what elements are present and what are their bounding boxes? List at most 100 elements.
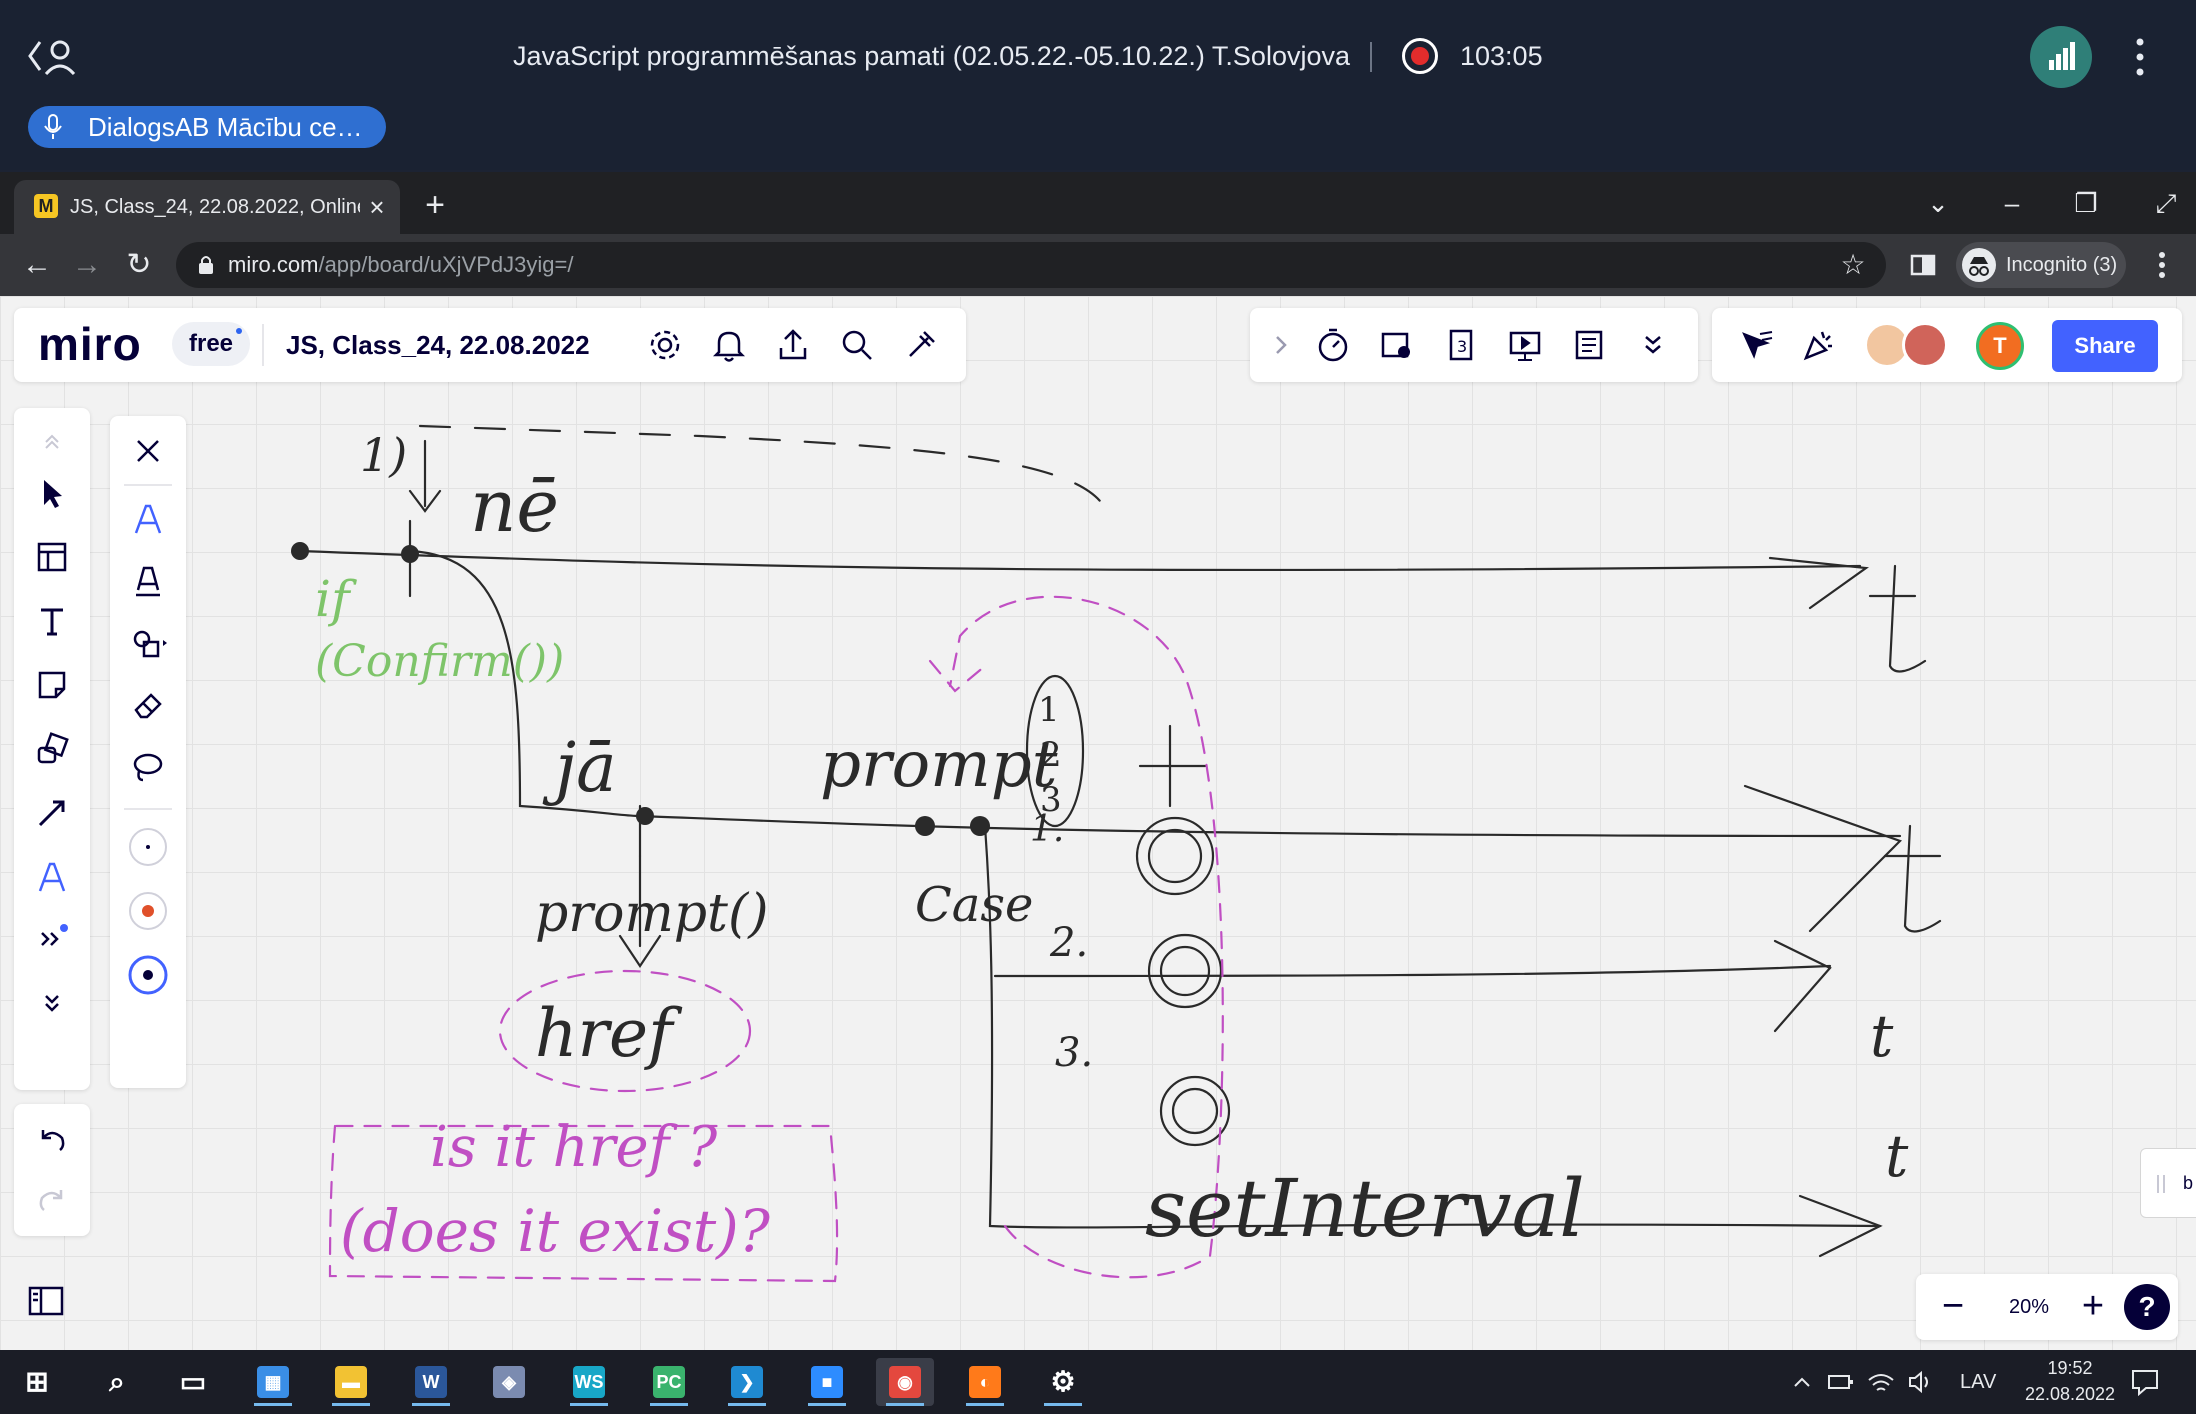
collapse-up-icon[interactable] — [31, 420, 73, 462]
board-sidebar-icon[interactable] — [14, 1270, 76, 1332]
taskbar-pycharm[interactable]: PC — [640, 1358, 698, 1406]
close-tab-icon[interactable]: × — [362, 192, 392, 222]
browser-menu-icon[interactable] — [2150, 248, 2174, 282]
sticky-note-icon[interactable] — [31, 664, 73, 706]
incognito-profile-button[interactable]: Incognito (3) — [1956, 242, 2126, 288]
minimize-icon[interactable]: – — [1990, 184, 2034, 222]
text-tool-icon[interactable] — [31, 600, 73, 642]
lasso-icon[interactable] — [127, 746, 169, 788]
firefox-icon: ◐ — [969, 1366, 1001, 1398]
bookmark-star-icon[interactable]: ☆ — [1838, 250, 1868, 280]
side-panel-icon[interactable] — [1906, 248, 1940, 282]
help-button[interactable]: ? — [2124, 1284, 2170, 1330]
battery-icon[interactable] — [1826, 1370, 1856, 1394]
tab-title: JS, Class_24, 22.08.2022, Online W — [70, 196, 360, 218]
more-tools-chevron-icon[interactable] — [1632, 324, 1674, 366]
presentation-icon[interactable] — [1504, 324, 1546, 366]
more-apps-icon[interactable] — [31, 918, 73, 960]
share-button[interactable]: Share — [2052, 320, 2158, 372]
notes-icon[interactable] — [1568, 324, 1610, 366]
divider — [1370, 42, 1372, 72]
taskbar-utility-app[interactable]: ◈ — [480, 1358, 538, 1406]
lock-icon — [199, 256, 213, 274]
browser-window: M JS, Class_24, 22.08.2022, Online W × +… — [0, 172, 2196, 1350]
taskbar-vscode[interactable]: ❯ — [718, 1358, 776, 1406]
taskbar-task-view[interactable]: ▭ — [164, 1358, 222, 1406]
taskbar-word[interactable]: W — [402, 1358, 460, 1406]
taskbar-start[interactable]: ⊞ — [8, 1358, 66, 1406]
taskbar-search[interactable]: ⌕ — [88, 1358, 146, 1406]
avatar[interactable] — [1902, 322, 1948, 368]
zoom-out-button[interactable]: − — [1932, 1286, 1974, 1328]
tray-chevron-up-icon[interactable] — [1790, 1370, 1814, 1394]
side-panel-handle[interactable]: b — [2140, 1148, 2196, 1218]
volume-icon[interactable] — [1906, 1368, 1936, 1396]
undo-icon[interactable] — [31, 1120, 73, 1162]
stroke-size-small-icon[interactable] — [127, 826, 169, 868]
cursor-tracking-icon[interactable] — [1736, 324, 1778, 366]
pen-tool-icon[interactable] — [31, 856, 73, 898]
share-panel: T Share — [1712, 308, 2182, 382]
color-red-icon[interactable] — [127, 890, 169, 932]
search-icon[interactable] — [836, 324, 878, 366]
pen-icon[interactable] — [127, 498, 169, 540]
voting-icon[interactable]: 3 — [1440, 324, 1482, 366]
reactions-party-icon[interactable] — [1798, 324, 1840, 366]
plan-badge[interactable]: free — [172, 322, 250, 366]
eraser-icon[interactable] — [127, 684, 169, 726]
highlighter-icon[interactable] — [127, 560, 169, 602]
taskbar-zoom[interactable]: ■ — [798, 1358, 856, 1406]
connection-quality-button[interactable] — [2030, 26, 2092, 88]
taskbar-chrome[interactable]: ◉ — [876, 1358, 934, 1406]
current-user-avatar[interactable]: T — [1976, 322, 2024, 370]
tab-search-chevron-icon[interactable]: ⌄ — [1916, 184, 1960, 222]
shapes-icon[interactable] — [31, 728, 73, 770]
color-black-selected-icon[interactable] — [127, 954, 169, 996]
expand-toolbar-icon[interactable] — [31, 982, 73, 1024]
taskbar-webstorm[interactable]: WS — [560, 1358, 618, 1406]
add-media-icon[interactable] — [1376, 324, 1418, 366]
wifi-icon[interactable] — [1866, 1368, 1896, 1396]
taskbar-file-explorer[interactable]: ▬ — [322, 1358, 380, 1406]
smart-drawing-icon[interactable] — [127, 622, 169, 664]
miro-board-canvas[interactable]: 1) nē jā prompt() href prompt 1 2 3 Case… — [0, 296, 2196, 1350]
redo-icon[interactable] — [31, 1180, 73, 1222]
zoom-in-button[interactable]: + — [2072, 1286, 2114, 1328]
templates-icon[interactable] — [31, 536, 73, 578]
notifications-bell-icon[interactable] — [708, 324, 750, 366]
export-upload-icon[interactable] — [772, 324, 814, 366]
select-cursor-icon[interactable] — [31, 472, 73, 514]
reload-icon[interactable]: ↻ — [118, 244, 160, 286]
more-vertical-icon[interactable] — [2130, 34, 2150, 80]
back-icon[interactable]: ← — [16, 244, 58, 286]
clock-time[interactable]: 19:52 — [2010, 1358, 2130, 1379]
notification-center-icon[interactable] — [2130, 1368, 2160, 1396]
taskbar-settings[interactable]: ⚙ — [1034, 1358, 1092, 1406]
forward-icon[interactable]: → — [66, 244, 108, 286]
webstorm-icon: WS — [573, 1366, 605, 1398]
miro-logo[interactable]: miro — [38, 316, 142, 372]
meeting-title: JavaScript programmēšanas pamati (02.05.… — [513, 41, 1350, 71]
collapse-chevron-icon[interactable] — [1260, 324, 1302, 366]
board-title[interactable]: JS, Class_24, 22.08.2022 — [286, 308, 590, 382]
running-indicator — [886, 1403, 924, 1406]
restore-icon[interactable]: ❐ — [2064, 184, 2108, 222]
zoom-level[interactable]: 20% — [1994, 1274, 2064, 1340]
input-language[interactable]: LAV — [1960, 1350, 1996, 1414]
new-tab-icon[interactable]: + — [418, 188, 452, 222]
settings-gear-icon[interactable] — [644, 324, 686, 366]
taskbar-explorer-app[interactable]: ▦ — [244, 1358, 302, 1406]
timer-icon[interactable] — [1312, 324, 1354, 366]
fullscreen-toggle-icon[interactable]: ⤢ — [2144, 184, 2188, 222]
main-timeline — [298, 549, 1862, 572]
tab-miro-board[interactable]: M JS, Class_24, 22.08.2022, Online W × — [14, 180, 400, 234]
taskbar-firefox[interactable]: ◐ — [956, 1358, 1014, 1406]
utility-app-icon: ◈ — [493, 1366, 525, 1398]
running-indicator — [412, 1403, 450, 1406]
connection-line-icon[interactable] — [31, 792, 73, 834]
address-bar[interactable]: miro.com/app/board/uXjVPdJ3yig=/ ☆ — [176, 242, 1886, 288]
magic-wand-icon[interactable] — [900, 324, 942, 366]
close-icon[interactable] — [127, 430, 169, 472]
clock-date[interactable]: 22.08.2022 — [2010, 1384, 2130, 1405]
audio-source-pill[interactable]: DialogsAB Mācību ce… — [28, 106, 386, 148]
